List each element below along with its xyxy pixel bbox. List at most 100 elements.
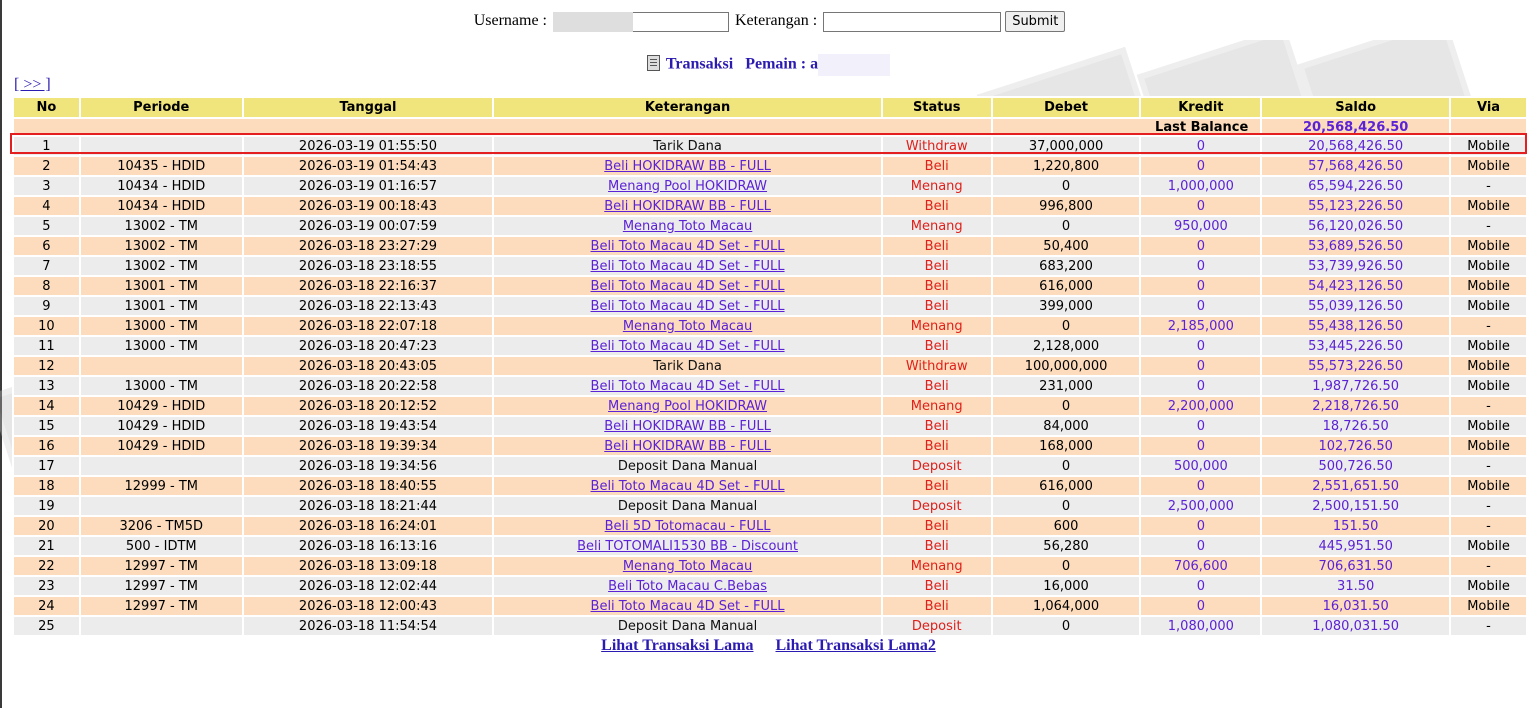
table-row: 15 10429 - HDID 2026-03-18 19:43:54 Beli HO… xyxy=(12,415,1528,437)
keterangan-link[interactable]: Beli 5D Totomacau - FULL xyxy=(605,519,771,534)
cell-saldo: 57,568,426.50 xyxy=(1260,155,1452,177)
cell-saldo: 500,726.50 xyxy=(1260,455,1452,477)
cell-debet: 50,400 xyxy=(990,235,1142,257)
cell-no: 17 xyxy=(12,455,81,477)
table-row: 23 12997 - TM 2026-03-18 12:02:44 Beli Toto… xyxy=(12,575,1528,597)
keterangan-link[interactable]: Beli HOKIDRAW BB - FULL xyxy=(604,159,771,174)
cell-no: 8 xyxy=(12,275,81,297)
masked-username xyxy=(553,11,633,32)
cell-periode: 3206 - TM5D xyxy=(78,515,244,537)
cell-kredit: 0 xyxy=(1139,475,1263,497)
cell-keterangan: Beli Toto Macau 4D Set - FULL xyxy=(492,255,883,277)
cell-saldo: 54,423,126.50 xyxy=(1260,275,1452,297)
older-transactions-link[interactable]: Lihat Transaksi Lama xyxy=(601,637,753,654)
cell-kredit: 0 xyxy=(1139,295,1263,317)
keterangan-link[interactable]: Beli Toto Macau 4D Set - FULL xyxy=(591,479,785,494)
cell-no: 10 xyxy=(12,315,81,337)
cell-via: - xyxy=(1449,315,1528,337)
table-row: 25 2026-03-18 11:54:54 Deposit Dana Manual… xyxy=(12,615,1528,637)
cell-periode: 10429 - HDID xyxy=(78,395,244,417)
table-row: 9 13001 - TM 2026-03-18 22:13:43 Beli Toto … xyxy=(12,295,1528,317)
cell-debet: 1,220,800 xyxy=(990,155,1142,177)
cell-periode: 500 - IDTM xyxy=(78,535,244,557)
table-row: 7 13002 - TM 2026-03-18 23:18:55 Beli Toto … xyxy=(12,255,1528,277)
submit-button[interactable]: Submit xyxy=(1005,11,1066,32)
keterangan-link[interactable]: Menang Pool HOKIDRAW xyxy=(608,399,767,414)
cell-status: Beli xyxy=(880,375,993,397)
keterangan-text: Deposit Dana Manual xyxy=(617,498,758,514)
table-row: 13 13000 - TM 2026-03-18 20:22:58 Beli Toto… xyxy=(12,375,1528,397)
cell-debet: 100,000,000 xyxy=(990,355,1142,377)
cell-keterangan: Menang Toto Macau xyxy=(492,315,883,337)
next-page-link[interactable]: [ >> ] xyxy=(14,76,51,94)
keterangan-link[interactable]: Beli Toto Macau 4D Set - FULL xyxy=(591,299,785,314)
cell-kredit: 950,000 xyxy=(1139,215,1263,237)
keterangan-link[interactable]: Beli Toto Macau 4D Set - FULL xyxy=(591,239,785,254)
cell-status: Beli xyxy=(880,295,993,317)
cell-keterangan: Menang Pool HOKIDRAW xyxy=(492,175,883,197)
cell-tanggal: 2026-03-18 20:47:23 xyxy=(241,335,495,357)
cell-debet: 600 xyxy=(990,515,1142,537)
cell-no: 19 xyxy=(12,495,81,517)
cell-keterangan: Beli TOTOMALI1530 BB - Discount xyxy=(492,535,883,557)
cell-debet: 2,128,000 xyxy=(990,335,1142,357)
cell-via: Mobile xyxy=(1449,335,1528,357)
keterangan-link[interactable]: Beli Toto Macau 4D Set - FULL xyxy=(591,599,785,614)
cell-tanggal: 2026-03-18 19:34:56 xyxy=(241,455,495,477)
cell-debet: 168,000 xyxy=(990,435,1142,457)
cell-saldo: 65,594,226.50 xyxy=(1260,175,1452,197)
keterangan-input[interactable] xyxy=(823,11,1002,32)
table-row: 12 2026-03-18 20:43:05 Tarik Dana Withdraw 1… xyxy=(12,355,1528,377)
older-transactions-2-link[interactable]: Lihat Transaksi Lama2 xyxy=(776,637,936,654)
keterangan-link[interactable]: Menang Toto Macau xyxy=(623,559,752,574)
cell-tanggal: 2026-03-18 19:43:54 xyxy=(241,415,495,437)
cell-debet: 399,000 xyxy=(990,295,1142,317)
transaksi-title: Transaksi xyxy=(665,55,734,73)
cell-tanggal: 2026-03-19 01:16:57 xyxy=(241,175,495,197)
cell-tanggal: 2026-03-19 00:18:43 xyxy=(241,195,495,217)
keterangan-link[interactable]: Menang Pool HOKIDRAW xyxy=(608,179,767,194)
keterangan-link[interactable]: Beli Toto Macau 4D Set - FULL xyxy=(591,379,785,394)
keterangan-link[interactable]: Beli Toto Macau 4D Set - FULL xyxy=(591,279,785,294)
cell-tanggal: 2026-03-18 20:22:58 xyxy=(241,375,495,397)
cell-no: 20 xyxy=(12,515,81,537)
cell-status: Beli xyxy=(880,535,993,557)
cell-tanggal: 2026-03-18 20:12:52 xyxy=(241,395,495,417)
cell-saldo: 53,689,526.50 xyxy=(1260,235,1452,257)
cell-no: 2 xyxy=(12,155,81,177)
keterangan-link[interactable]: Beli HOKIDRAW BB - FULL xyxy=(604,419,771,434)
window-left-edge xyxy=(0,0,2,708)
cell-debet: 0 xyxy=(990,495,1142,517)
cell-keterangan: Deposit Dana Manual xyxy=(492,615,883,637)
cell-keterangan: Beli Toto Macau 4D Set - FULL xyxy=(492,275,883,297)
cell-via: - xyxy=(1449,495,1528,517)
cell-keterangan: Beli HOKIDRAW BB - FULL xyxy=(492,155,883,177)
keterangan-link[interactable]: Beli HOKIDRAW BB - FULL xyxy=(604,199,771,214)
cell-kredit: 0 xyxy=(1139,595,1263,617)
cell-debet: 683,200 xyxy=(990,255,1142,277)
cell-via: - xyxy=(1449,455,1528,477)
cell-status: Deposit xyxy=(880,455,993,477)
cell-saldo: 56,120,026.50 xyxy=(1260,215,1452,237)
cell-via: Mobile xyxy=(1449,135,1528,157)
keterangan-link[interactable]: Menang Toto Macau xyxy=(623,319,752,334)
keterangan-link[interactable]: Menang Toto Macau xyxy=(623,219,752,234)
cell-kredit: 2,200,000 xyxy=(1139,395,1263,417)
cell-saldo: 55,039,126.50 xyxy=(1260,295,1452,317)
keterangan-link[interactable]: Beli HOKIDRAW BB - FULL xyxy=(604,439,771,454)
cell-keterangan: Deposit Dana Manual xyxy=(492,495,883,517)
keterangan-link[interactable]: Beli Toto Macau 4D Set - FULL xyxy=(591,339,785,354)
cell-tanggal: 2026-03-19 01:55:50 xyxy=(241,135,495,157)
keterangan-link[interactable]: Beli TOTOMALI1530 BB - Discount xyxy=(577,539,798,554)
keterangan-link[interactable]: Beli Toto Macau C.Bebas xyxy=(608,579,767,594)
cell-periode: 10434 - HDID xyxy=(78,195,244,217)
keterangan-link[interactable]: Beli Toto Macau 4D Set - FULL xyxy=(591,259,785,274)
cell-no: 6 xyxy=(12,235,81,257)
table-row: 24 12997 - TM 2026-03-18 12:00:43 Beli Toto… xyxy=(12,595,1528,617)
cell-via: - xyxy=(1449,615,1528,637)
cell-kredit: 0 xyxy=(1139,335,1263,357)
cell-kredit: 0 xyxy=(1139,515,1263,537)
cell-debet: 0 xyxy=(990,615,1142,637)
cell-no: 12 xyxy=(12,355,81,377)
cell-tanggal: 2026-03-18 12:02:44 xyxy=(241,575,495,597)
